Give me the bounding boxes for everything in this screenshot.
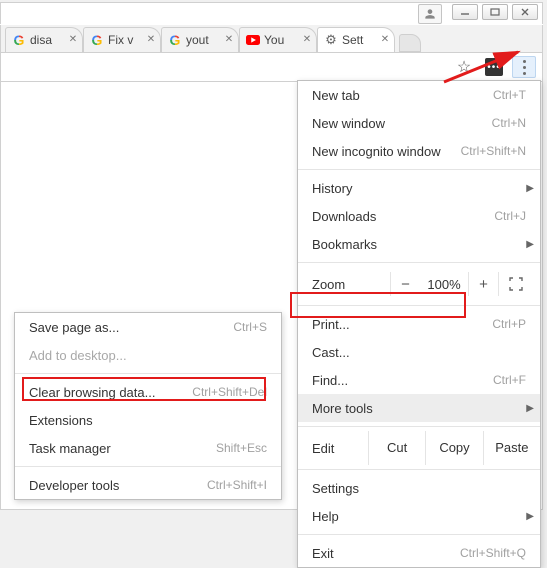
menu-item-bookmarks[interactable]: Bookmarks ▶ bbox=[298, 230, 540, 258]
menu-item-exit[interactable]: Exit Ctrl+Shift+Q bbox=[298, 539, 540, 567]
tab-title: Fix v bbox=[108, 33, 146, 47]
tab-title: Sett bbox=[342, 33, 380, 47]
new-tab-button[interactable] bbox=[399, 34, 421, 52]
browser-tab[interactable]: ⚙ Sett ✕ bbox=[317, 27, 395, 52]
zoom-label: Zoom bbox=[312, 277, 390, 292]
caption-bar bbox=[0, 2, 543, 24]
tab-close-icon[interactable]: ✕ bbox=[68, 35, 78, 45]
menu-item-help[interactable]: Help ▶ bbox=[298, 502, 540, 530]
submenu-item-save-page[interactable]: Save page as... Ctrl+S bbox=[15, 313, 281, 341]
profile-avatar[interactable] bbox=[418, 4, 442, 24]
google-g-icon: G bbox=[12, 33, 26, 47]
menu-item-find[interactable]: Find... Ctrl+F bbox=[298, 366, 540, 394]
edit-copy-button[interactable]: Copy bbox=[425, 431, 482, 465]
person-icon bbox=[423, 7, 437, 21]
fullscreen-button[interactable] bbox=[498, 272, 532, 296]
more-tools-submenu: Save page as... Ctrl+S Add to desktop...… bbox=[14, 312, 282, 500]
tab-title: disa bbox=[30, 33, 68, 47]
menu-item-new-incognito[interactable]: New incognito window Ctrl+Shift+N bbox=[298, 137, 540, 165]
chevron-right-icon: ▶ bbox=[526, 183, 534, 194]
google-g-icon: G bbox=[168, 33, 182, 47]
menu-item-new-window[interactable]: New window Ctrl+N bbox=[298, 109, 540, 137]
menu-item-settings[interactable]: Settings bbox=[298, 474, 540, 502]
browser-tab[interactable]: G Fix v ✕ bbox=[83, 27, 161, 52]
toolbar: ☆ ••• bbox=[0, 52, 543, 82]
tab-strip: G disa ✕ G Fix v ✕ G yout ✕ You ✕ ⚙ Sett… bbox=[0, 25, 543, 52]
close-icon bbox=[520, 8, 530, 16]
minimize-icon bbox=[460, 8, 470, 16]
chrome-menu-button[interactable] bbox=[512, 56, 536, 78]
zoom-value: 100% bbox=[420, 277, 468, 292]
zoom-in-button[interactable]: + bbox=[468, 272, 498, 296]
tab-title: You bbox=[264, 33, 302, 47]
maximize-button[interactable] bbox=[482, 4, 508, 20]
menu-item-downloads[interactable]: Downloads Ctrl+J bbox=[298, 202, 540, 230]
menu-item-cast[interactable]: Cast... bbox=[298, 338, 540, 366]
browser-tab[interactable]: You ✕ bbox=[239, 27, 317, 52]
gear-icon: ⚙ bbox=[324, 33, 338, 47]
tab-close-icon[interactable]: ✕ bbox=[146, 35, 156, 45]
menu-item-new-tab[interactable]: New tab Ctrl+T bbox=[298, 81, 540, 109]
submenu-item-task-manager[interactable]: Task manager Shift+Esc bbox=[15, 434, 281, 462]
tab-close-icon[interactable]: ✕ bbox=[302, 35, 312, 45]
edit-paste-button[interactable]: Paste bbox=[483, 431, 540, 465]
window-controls bbox=[452, 4, 538, 20]
chevron-right-icon: ▶ bbox=[526, 239, 534, 250]
extension-icon: ••• bbox=[485, 58, 503, 76]
tab-close-icon[interactable]: ✕ bbox=[224, 35, 234, 45]
google-g-icon: G bbox=[90, 33, 104, 47]
edit-label: Edit bbox=[312, 441, 368, 456]
menu-item-zoom: Zoom − 100% + bbox=[298, 267, 540, 301]
chevron-right-icon: ▶ bbox=[526, 403, 534, 414]
star-icon: ☆ bbox=[457, 57, 471, 77]
chrome-main-menu: New tab Ctrl+T New window Ctrl+N New inc… bbox=[297, 80, 541, 568]
maximize-icon bbox=[490, 8, 500, 16]
minus-icon: − bbox=[401, 276, 410, 293]
plus-icon: + bbox=[479, 276, 488, 293]
bookmark-star-button[interactable]: ☆ bbox=[452, 56, 476, 78]
menu-item-history[interactable]: History ▶ bbox=[298, 174, 540, 202]
submenu-item-extensions[interactable]: Extensions bbox=[15, 406, 281, 434]
browser-tab[interactable]: G yout ✕ bbox=[161, 27, 239, 52]
extension-button[interactable]: ••• bbox=[482, 56, 506, 78]
youtube-icon bbox=[246, 33, 260, 47]
browser-tab[interactable]: G disa ✕ bbox=[5, 27, 83, 52]
chevron-right-icon: ▶ bbox=[526, 511, 534, 522]
close-button[interactable] bbox=[512, 4, 538, 20]
menu-item-more-tools[interactable]: More tools ▶ bbox=[298, 394, 540, 422]
tab-close-icon[interactable]: ✕ bbox=[380, 35, 390, 45]
zoom-out-button[interactable]: − bbox=[390, 272, 420, 296]
submenu-item-developer-tools[interactable]: Developer tools Ctrl+Shift+I bbox=[15, 471, 281, 499]
menu-item-edit: Edit Cut Copy Paste bbox=[298, 431, 540, 465]
fullscreen-icon bbox=[509, 277, 523, 291]
dots-icon bbox=[523, 60, 526, 63]
edit-cut-button[interactable]: Cut bbox=[368, 431, 425, 465]
menu-item-print[interactable]: Print... Ctrl+P bbox=[298, 310, 540, 338]
submenu-item-clear-browsing-data[interactable]: Clear browsing data... Ctrl+Shift+Del bbox=[15, 378, 281, 406]
minimize-button[interactable] bbox=[452, 4, 478, 20]
tab-title: yout bbox=[186, 33, 224, 47]
submenu-item-add-desktop: Add to desktop... bbox=[15, 341, 281, 369]
